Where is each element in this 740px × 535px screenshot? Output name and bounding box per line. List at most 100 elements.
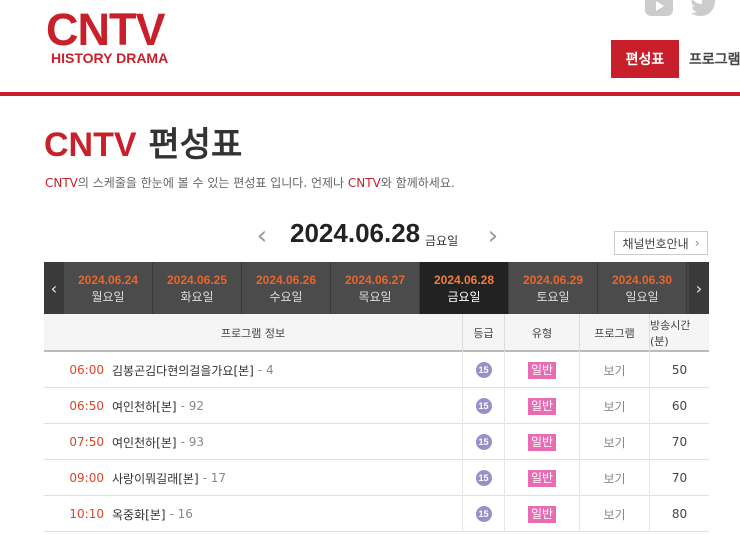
- logo-sub-text: HISTORY DRAMA: [51, 50, 169, 66]
- table-row: 10:10 옥중화[본] - 16 15 일반 보기 80: [44, 496, 709, 532]
- row-grade: 15: [462, 388, 504, 424]
- type-badge: 일반: [527, 433, 557, 451]
- table-row: 06:00 김봉곤김다현의걸을가요[본] - 4 15 일반 보기 50: [44, 352, 709, 388]
- grade-15-icon: 15: [475, 434, 492, 450]
- row-duration: 50: [649, 352, 709, 388]
- row-grade: 15: [462, 496, 504, 532]
- day-tab-0629[interactable]: 2024.06.29 토요일: [509, 262, 598, 314]
- row-grade: 15: [462, 424, 504, 460]
- type-badge: 일반: [527, 397, 557, 415]
- row-title-text: 옥중화[본]: [112, 507, 166, 522]
- grade-15-icon: 15: [475, 470, 492, 486]
- row-duration: 70: [649, 424, 709, 460]
- row-type: 일반: [504, 496, 579, 532]
- row-title-text: 여인천하[본]: [112, 435, 177, 450]
- current-date: 2024.06.28: [290, 218, 421, 248]
- channel-info-label: 채널번호안내: [622, 236, 689, 251]
- desc-brand-2: CNTV: [347, 176, 381, 190]
- day-tab-0626[interactable]: 2024.06.26 수요일: [242, 262, 331, 314]
- schedule-table: 프로그램 정보 등급 유형 프로그램 방송시간 (분) 06:00 김봉곤김다현…: [44, 314, 709, 532]
- day-next-arrow-icon[interactable]: ›: [689, 262, 709, 314]
- row-title[interactable]: 여인천하[본] - 93: [112, 424, 462, 460]
- day-tab-date: 2024.06.25: [166, 273, 228, 287]
- row-time: 09:00: [69, 471, 104, 485]
- day-tab-0627[interactable]: 2024.06.27 목요일: [331, 262, 420, 314]
- row-time: 06:00: [69, 363, 104, 377]
- header-program: 프로그램: [579, 314, 649, 352]
- nav-program[interactable]: 프로그램: [689, 40, 740, 78]
- row-episode: - 4: [257, 363, 274, 377]
- site-header: CNTV HISTORY DRAMA 편성표 프로그램: [0, 0, 740, 96]
- day-tab-0630[interactable]: 2024.06.30 일요일: [598, 262, 687, 314]
- desc-brand-1: CNTV: [45, 176, 78, 190]
- day-tab-date: 2024.06.28: [433, 273, 495, 287]
- row-title[interactable]: 김봉곤김다현의걸을가요[본] - 4: [112, 352, 462, 388]
- day-tab-date: 2024.06.29: [522, 273, 584, 287]
- table-row: 06:50 여인천하[본] - 92 15 일반 보기 60: [44, 388, 709, 424]
- header-divider: [0, 92, 740, 96]
- grade-15-icon: 15: [475, 398, 492, 414]
- row-title[interactable]: 옥중화[본] - 16: [112, 496, 462, 532]
- row-type: 일반: [504, 388, 579, 424]
- day-tab-date: 2024.06.30: [611, 273, 673, 287]
- next-date-chevron-icon[interactable]: ›: [481, 222, 505, 250]
- type-badge: 일반: [527, 361, 557, 379]
- row-view-link[interactable]: 보기: [579, 352, 649, 388]
- day-tab-dow: 수요일: [269, 290, 303, 304]
- nav-schedule[interactable]: 편성표: [611, 40, 679, 78]
- page-description: CNTV의 스케줄을 한눈에 볼 수 있는 편성표 입니다. 언제나 CNTV와…: [45, 174, 455, 191]
- row-title[interactable]: 여인천하[본] - 92: [112, 388, 462, 424]
- row-title[interactable]: 사랑이뭐길래[본] - 17: [112, 460, 462, 496]
- day-prev-arrow-icon[interactable]: ‹: [44, 262, 64, 314]
- row-view-link[interactable]: 보기: [579, 388, 649, 424]
- row-title-text: 사랑이뭐길래[본]: [112, 471, 199, 486]
- desc-end: 와 함께하세요.: [380, 176, 455, 190]
- day-tabs: ‹ 2024.06.24 월요일 2024.06.25 화요일 2024.06.26…: [44, 262, 709, 314]
- row-time: 07:50: [69, 435, 104, 449]
- day-tab-dow: 토요일: [536, 290, 570, 304]
- day-tab-dow: 금요일: [447, 290, 481, 304]
- table-header: 프로그램 정보 등급 유형 프로그램 방송시간 (분): [44, 314, 709, 352]
- row-type: 일반: [504, 352, 579, 388]
- row-duration: 80: [649, 496, 709, 532]
- row-episode: - 92: [180, 399, 204, 413]
- row-view-link[interactable]: 보기: [579, 460, 649, 496]
- header-grade: 등급: [462, 314, 504, 352]
- row-title-text: 여인천하[본]: [112, 399, 177, 414]
- prev-date-chevron-icon[interactable]: ‹: [250, 222, 274, 250]
- type-badge: 일반: [527, 505, 557, 523]
- header-type: 유형: [504, 314, 579, 352]
- day-tab-dow: 일요일: [625, 290, 659, 304]
- day-tab-0624[interactable]: 2024.06.24 월요일: [64, 262, 153, 314]
- day-tab-dow: 목요일: [358, 290, 392, 304]
- page-title-text: 편성표: [148, 125, 243, 165]
- type-badge: 일반: [527, 469, 557, 487]
- grade-15-icon: 15: [475, 506, 492, 522]
- channel-info-button[interactable]: 채널번호안내 ›: [614, 231, 708, 255]
- row-grade: 15: [462, 352, 504, 388]
- row-title-text: 김봉곤김다현의걸을가요[본]: [112, 363, 254, 378]
- day-tab-0625[interactable]: 2024.06.25 화요일: [153, 262, 242, 314]
- page-title: CNTV 편성표: [44, 122, 242, 168]
- row-type: 일반: [504, 424, 579, 460]
- row-episode: - 93: [180, 435, 204, 449]
- row-duration: 70: [649, 460, 709, 496]
- table-row: 07:50 여인천하[본] - 93 15 일반 보기 70: [44, 424, 709, 460]
- row-view-link[interactable]: 보기: [579, 424, 649, 460]
- desc-mid: 의 스케줄을 한눈에 볼 수 있는 편성표 입니다. 언제나: [77, 176, 348, 190]
- page-title-brand: CNTV: [44, 126, 137, 164]
- cntv-logo[interactable]: CNTV HISTORY DRAMA: [46, 4, 191, 70]
- header-duration: 방송시간 (분): [649, 314, 709, 352]
- day-tab-dow: 화요일: [180, 290, 214, 304]
- day-tab-dow: 월요일: [91, 290, 125, 304]
- row-episode: - 16: [169, 507, 193, 521]
- twitter-icon[interactable]: [690, 0, 718, 18]
- day-tab-0628[interactable]: 2024.06.28 금요일: [420, 262, 509, 314]
- row-view-link[interactable]: 보기: [579, 496, 649, 532]
- grade-15-icon: 15: [475, 362, 492, 378]
- row-type: 일반: [504, 460, 579, 496]
- chevron-right-icon: ›: [694, 236, 700, 250]
- logo-main-text: CNTV: [46, 4, 166, 55]
- youtube-icon[interactable]: [644, 0, 674, 18]
- row-time: 06:50: [69, 399, 104, 413]
